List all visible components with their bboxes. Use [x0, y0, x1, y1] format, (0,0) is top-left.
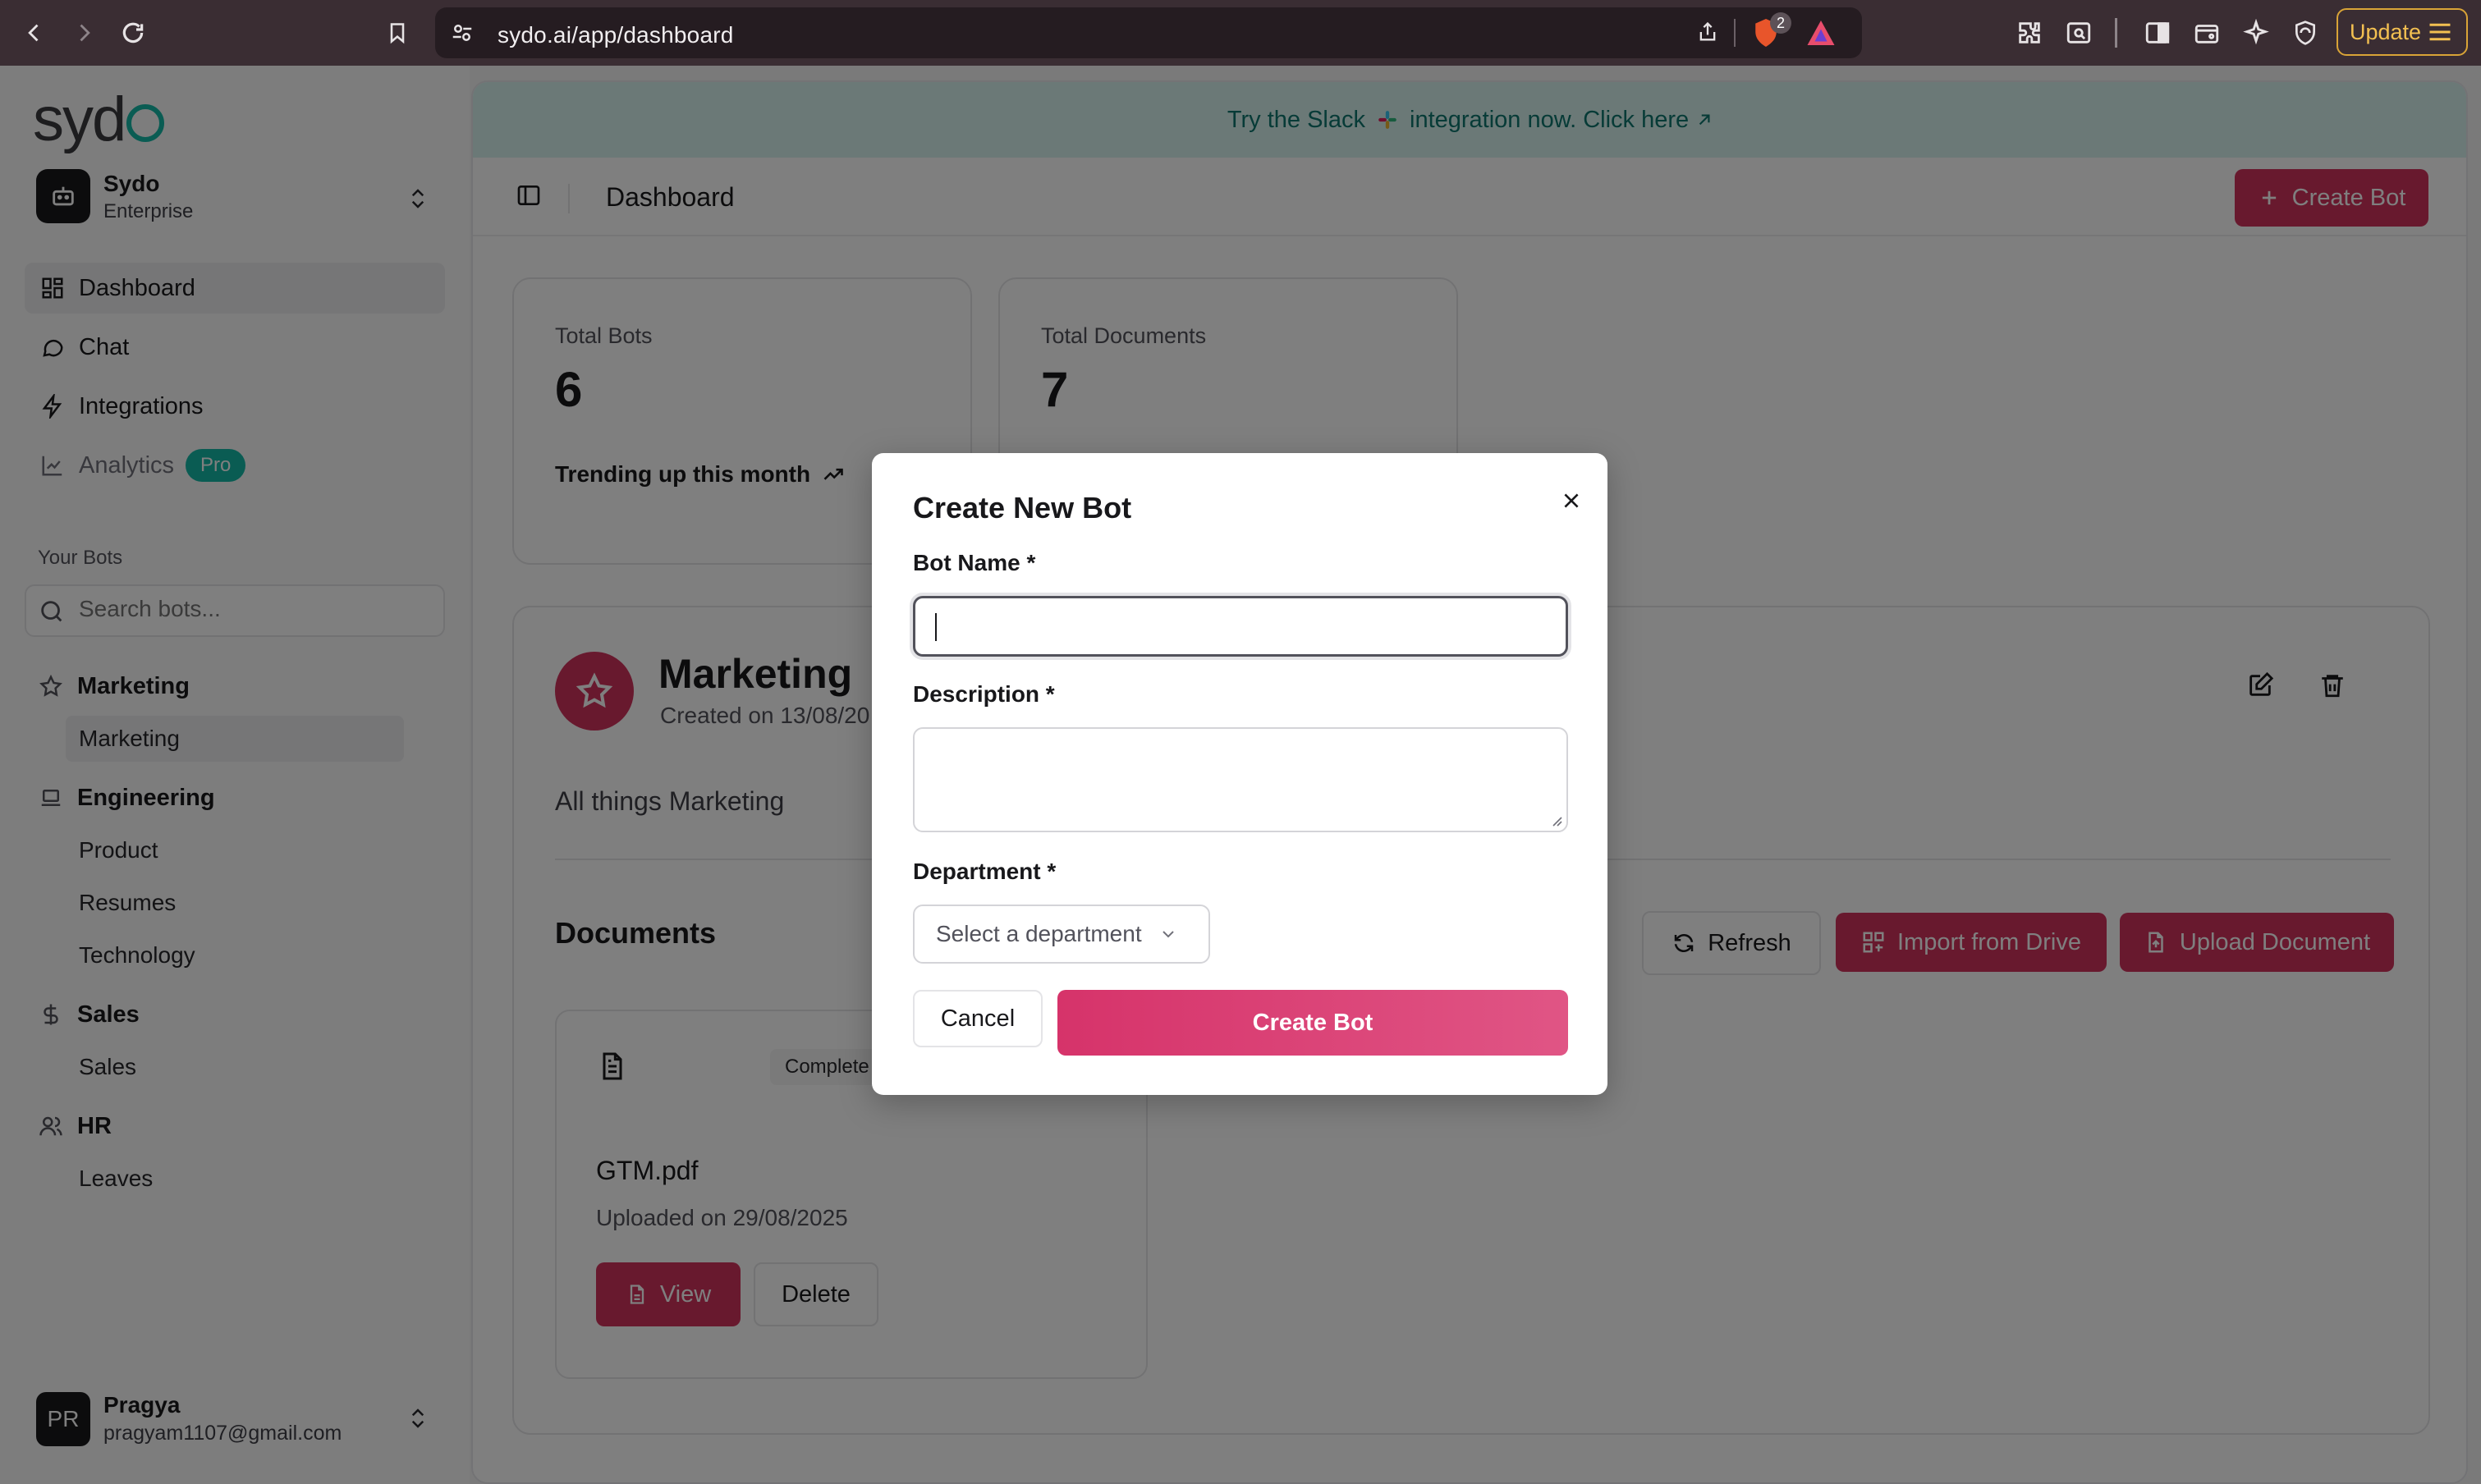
dialog-title: Create New Bot — [913, 491, 1132, 524]
menu-icon — [2429, 23, 2451, 41]
brave-rewards-icon[interactable] — [1806, 19, 1836, 51]
shield-count-badge: 2 — [1770, 12, 1791, 34]
bot-name-input[interactable] — [913, 596, 1568, 657]
site-settings-icon[interactable] — [450, 21, 475, 49]
vpn-shield-icon[interactable] — [2286, 13, 2325, 53]
submit-create-bot-button[interactable]: Create Bot — [1057, 990, 1568, 1056]
description-label: Description * — [913, 681, 1055, 707]
update-label: Update — [2350, 19, 2422, 44]
cancel-button[interactable]: Cancel — [913, 990, 1043, 1047]
wallet-icon[interactable] — [2187, 13, 2226, 53]
forward-icon[interactable] — [64, 13, 103, 53]
browser-toolbar: sydo.ai/app/dashboard 2 Update — [0, 0, 2481, 66]
text-caret — [935, 613, 937, 641]
back-icon[interactable] — [15, 13, 54, 53]
bot-name-label: Bot Name * — [913, 550, 1036, 575]
close-icon[interactable] — [1553, 483, 1589, 519]
create-bot-dialog: Create New Bot Bot Name * Description * … — [872, 453, 1607, 1095]
reload-icon[interactable] — [113, 13, 153, 53]
share-icon[interactable] — [1696, 20, 1719, 48]
update-button[interactable]: Update — [2337, 8, 2468, 56]
description-textarea[interactable] — [913, 727, 1568, 832]
reader-mode-icon[interactable] — [2059, 13, 2098, 53]
submit-label: Create Bot — [1252, 1009, 1373, 1036]
url-divider — [1734, 19, 1736, 47]
leo-ai-icon[interactable] — [2236, 13, 2276, 53]
sidebar-toggle-icon[interactable] — [2138, 13, 2177, 53]
chevron-down-icon — [1162, 931, 1174, 938]
department-placeholder: Select a department — [936, 921, 1142, 946]
address-bar[interactable]: sydo.ai/app/dashboard 2 — [435, 7, 1862, 58]
url-text[interactable]: sydo.ai/app/dashboard — [498, 22, 734, 48]
department-label: Department * — [913, 859, 1057, 884]
department-select[interactable]: Select a department — [913, 905, 1210, 964]
resize-handle-icon — [1552, 817, 1562, 827]
extensions-icon[interactable] — [2010, 13, 2049, 53]
toolbar-divider — [2115, 18, 2117, 48]
cancel-label: Cancel — [940, 1005, 1016, 1032]
bookmark-icon[interactable] — [378, 13, 417, 53]
